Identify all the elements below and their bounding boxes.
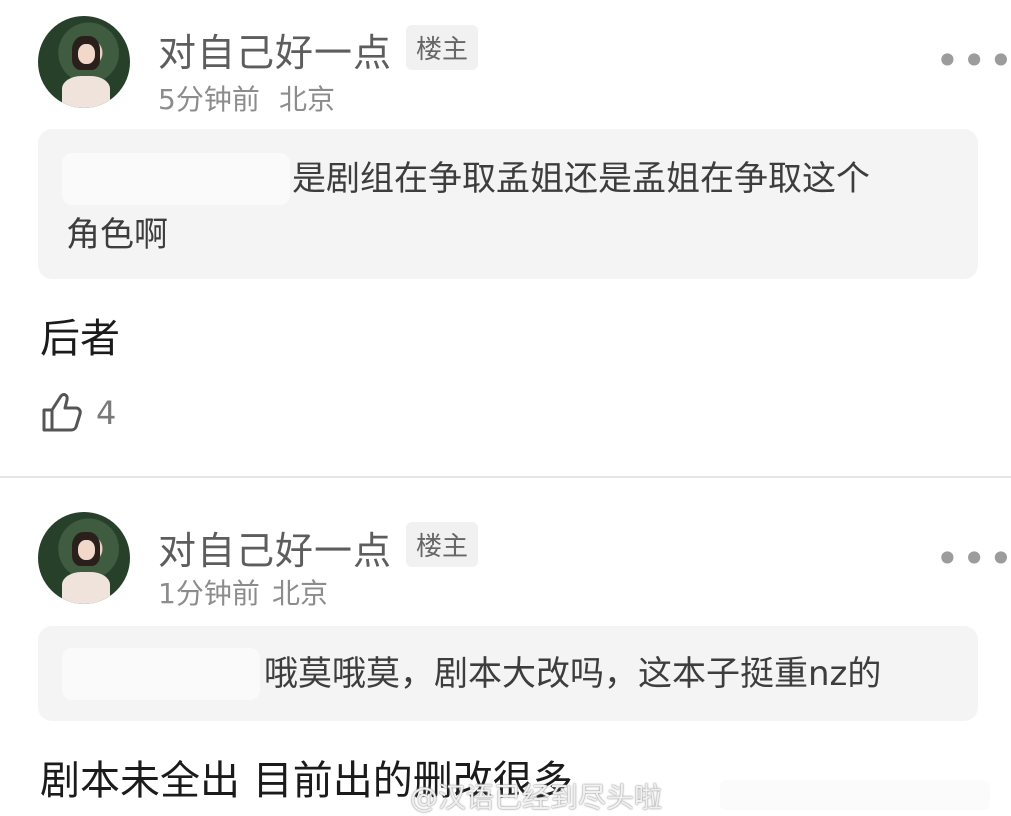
comment-time: 1分钟前: [158, 577, 260, 610]
redacted-name: [62, 153, 290, 205]
avatar[interactable]: [38, 512, 130, 604]
redacted-name: [62, 648, 260, 700]
comment-time: 5分钟前: [158, 83, 260, 116]
quoted-text: 是剧组在争取孟姐还是孟姐在争取这个: [292, 159, 870, 199]
like-count: 4: [96, 394, 117, 432]
username[interactable]: 对自己好一点: [158, 22, 392, 77]
avatar-shoulder: [62, 572, 110, 604]
comment-location: 北京: [279, 83, 336, 116]
avatar-shoulder: [62, 76, 110, 108]
quoted-comment-box: 是剧组在争取孟姐还是孟姐在争取这个 角色啊: [38, 129, 978, 279]
username[interactable]: 对自己好一点: [158, 520, 392, 575]
quoted-text-line2: 角色啊: [66, 215, 168, 255]
quoted-comment-box: 哦莫哦莫，剧本大改吗，这本子挺重nz的: [38, 626, 978, 721]
avatar-face: [78, 540, 95, 560]
op-badge: 楼主: [406, 522, 479, 567]
avatar-face: [78, 44, 95, 64]
watermark-blur: [720, 780, 990, 810]
avatar[interactable]: [38, 16, 130, 108]
reply-text: 后者: [40, 316, 120, 362]
more-options-icon[interactable]: •••: [935, 40, 1011, 82]
comment-location: 北京: [272, 577, 329, 610]
quoted-text: 哦莫哦莫，剧本大改吗，这本子挺重nz的: [264, 654, 882, 694]
more-options-icon[interactable]: •••: [935, 538, 1011, 580]
watermark: @汉语已经到尽头啦: [410, 781, 663, 814]
op-badge: 楼主: [406, 25, 479, 70]
thumbs-up-icon[interactable]: [40, 390, 84, 434]
comment-divider: [0, 476, 1011, 478]
